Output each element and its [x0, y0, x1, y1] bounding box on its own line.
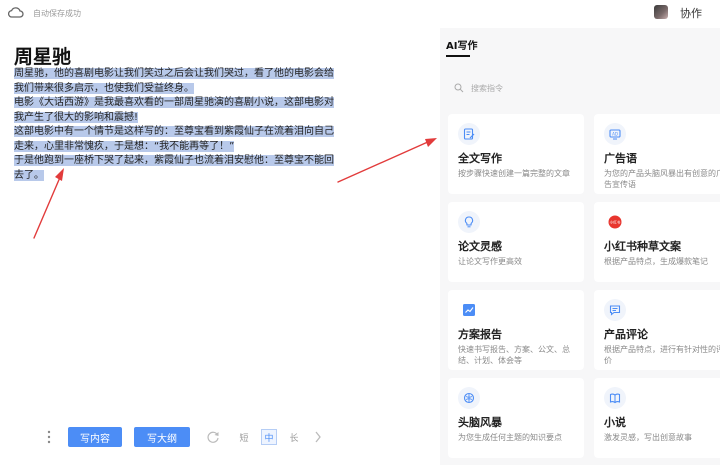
card-title: 产品评论 — [604, 328, 648, 341]
edit-doc-icon — [458, 123, 480, 145]
search-icon — [454, 83, 464, 93]
card-slogan[interactable]: AD 广告语 为您的产品头脑风暴出有创意的广告宣传语 — [594, 114, 720, 194]
card-description: 快速书写报告、方案、公文、总结、计划、体会等 — [458, 345, 570, 365]
refresh-icon[interactable] — [206, 430, 220, 444]
arrow-to-panel — [337, 140, 431, 183]
write-outline-button[interactable]: 写大纲 — [134, 427, 190, 447]
card-description: 根据产品特点，进行有针对性的评价 — [604, 345, 720, 365]
report-icon — [458, 299, 480, 321]
paragraph: 于是他跑到一座桥下哭了起来，紫霞仙子也流着泪安慰他：至尊宝不能回去了。 — [14, 154, 340, 183]
card-description: 根据产品特点，生成爆款笔记 — [604, 257, 708, 266]
svg-text:AD: AD — [612, 131, 618, 136]
save-status: 自动保存成功 — [33, 9, 81, 18]
paragraph: 电影《大话西游》是我最喜欢看的一部周星驰演的喜剧小说，这部电影对我产生了很大的影… — [14, 96, 340, 125]
lightbulb-icon — [458, 211, 480, 233]
length-short-button[interactable]: 短 — [236, 429, 252, 445]
write-content-button[interactable]: 写内容 — [68, 427, 122, 447]
comment-icon — [604, 299, 626, 321]
card-title: 全文写作 — [458, 152, 502, 165]
card-product-review[interactable]: 产品评论 根据产品特点，进行有针对性的评价 — [594, 290, 720, 370]
paragraph: 这部电影中有一个情节是这样写的：至尊宝看到紫霞仙子在流着泪向自己走来，心里非常愧… — [14, 125, 340, 154]
card-description: 让论文写作更高效 — [458, 257, 522, 266]
card-title: 头脑风暴 — [458, 416, 502, 429]
card-title: 小红书种草文案 — [604, 240, 681, 253]
card-plan-report[interactable]: 方案报告 快速书写报告、方案、公文、总结、计划、体会等 — [448, 290, 584, 370]
paragraph: 周星驰，他的喜剧电影让我们笑过之后会让我们哭过，看了他的电影会给我们带来很多启示… — [14, 67, 340, 96]
selected-text[interactable]: 电影《大话西游》是我最喜欢看的一部周星驰演的喜剧小说，这部电影对我产生了很大的影… — [14, 97, 334, 123]
search-input[interactable]: 搜索指令 — [454, 80, 704, 96]
tab-ai-writing[interactable]: AI写作 — [446, 37, 477, 52]
card-title: 小说 — [604, 416, 626, 429]
search-placeholder: 搜索指令 — [471, 84, 503, 93]
book-icon — [604, 387, 626, 409]
document-title[interactable]: 周星驰 — [14, 42, 71, 69]
card-title: 方案报告 — [458, 328, 502, 341]
card-thesis-inspiration[interactable]: 论文灵感 让论文写作更高效 — [448, 202, 584, 282]
ad-icon: AD — [604, 123, 626, 145]
card-novel[interactable]: 小说 激发灵感，写出创意故事 — [594, 378, 720, 458]
more-vertical-icon[interactable] — [46, 429, 52, 445]
avatar[interactable] — [654, 5, 668, 19]
arrow-to-panel-head — [425, 138, 437, 147]
collaborate-button[interactable]: 协作 — [680, 5, 702, 21]
chevron-right-icon[interactable] — [314, 431, 322, 443]
selected-text[interactable]: 周星驰，他的喜剧电影让我们笑过之后会让我们哭过，看了他的电影会给我们带来很多启示… — [14, 68, 334, 94]
arrow-to-text — [33, 174, 62, 239]
svg-text:小红书: 小红书 — [610, 220, 621, 225]
length-long-button[interactable]: 长 — [286, 429, 302, 445]
active-tab-indicator — [446, 55, 470, 57]
ai-writing-panel: AI写作 搜索指令 全文写作 按步骤快速创建一篇完整的文章 AD 广告语 为您的… — [440, 28, 720, 465]
generate-toolbar: 写内容 写大纲 短 中 长 — [46, 427, 336, 447]
card-title: 论文灵感 — [458, 240, 502, 253]
selected-text[interactable]: 于是他跑到一座桥下哭了起来，紫霞仙子也流着泪安慰他：至尊宝不能回去了。 — [14, 155, 334, 181]
document-body[interactable]: 周星驰，他的喜剧电影让我们笑过之后会让我们哭过，看了他的电影会给我们带来很多启示… — [14, 67, 340, 183]
card-description: 为您生成任何主题的知识要点 — [458, 433, 562, 442]
card-brainstorm[interactable]: 头脑风暴 为您生成任何主题的知识要点 — [448, 378, 584, 458]
card-description: 激发灵感，写出创意故事 — [604, 433, 692, 442]
top-bar: 自动保存成功 协作 — [0, 0, 720, 28]
length-medium-button[interactable]: 中 — [261, 429, 277, 445]
card-full-text-writing[interactable]: 全文写作 按步骤快速创建一篇完整的文章 — [448, 114, 584, 194]
brain-icon — [458, 387, 480, 409]
xiaohongshu-icon: 小红书 — [604, 211, 626, 233]
card-xiaohongshu[interactable]: 小红书 小红书种草文案 根据产品特点，生成爆款笔记 — [594, 202, 720, 282]
card-description: 为您的产品头脑风暴出有创意的广告宣传语 — [604, 169, 720, 189]
card-description: 按步骤快速创建一篇完整的文章 — [458, 169, 570, 178]
card-title: 广告语 — [604, 152, 637, 165]
cloud-save-icon — [8, 7, 24, 18]
selected-text[interactable]: 这部电影中有一个情节是这样写的：至尊宝看到紫霞仙子在流着泪向自己走来，心里非常愧… — [14, 126, 334, 152]
